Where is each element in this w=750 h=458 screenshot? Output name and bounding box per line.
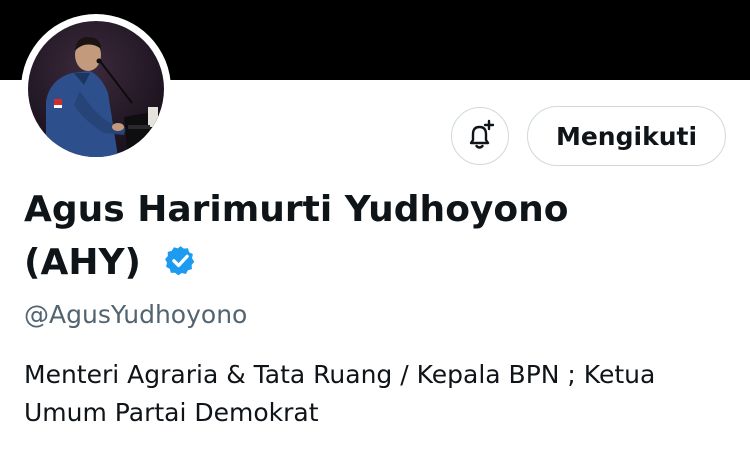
display-name-line-1: Agus Harimurti Yudhoyono bbox=[24, 189, 569, 230]
verified-badge-icon[interactable] bbox=[164, 244, 197, 277]
bell-plus-icon bbox=[469, 119, 495, 149]
profile-avatar[interactable] bbox=[21, 14, 171, 164]
profile-bio: Menteri Agraria & Tata Ruang / Kepala BP… bbox=[24, 360, 656, 427]
profile-display-name: Agus Harimurti Yudhoyono (AHY) bbox=[24, 183, 724, 289]
avatar-photo bbox=[28, 21, 164, 157]
profile-handle: @AgusYudhoyono bbox=[24, 300, 248, 329]
following-button[interactable]: Mengikuti bbox=[527, 106, 726, 166]
notification-toggle-button[interactable] bbox=[451, 107, 509, 165]
following-button-label: Mengikuti bbox=[555, 121, 698, 151]
display-name-line-2: (AHY) bbox=[24, 242, 141, 283]
